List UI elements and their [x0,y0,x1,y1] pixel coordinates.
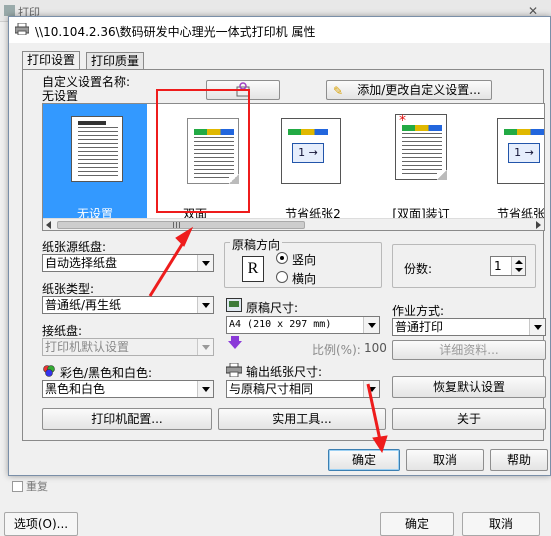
staple-duplex-page-icon: * [395,113,447,180]
job-type-label: 作业方式: [392,304,445,318]
paper-type-value: 普通纸/再生纸 [45,298,122,312]
original-size-icon [226,298,242,312]
details-button[interactable]: 详细资料... [392,340,546,360]
original-size-value: A4 (210 x 297 mm) [229,319,332,330]
nup-page-icon: 1 → [497,118,544,184]
output-tray-value: 打印机默认设置 [45,340,130,354]
tab-print-settings[interactable]: 打印设置 [22,51,81,70]
restore-defaults-button[interactable]: 恢复默认设置 [392,376,546,398]
bg-repeat-label: 重复 [26,480,48,493]
dialog-titlebar: \\10.104.2.36\数码研发中心理光一体式打印机 属性 [9,17,550,43]
color-mode-select[interactable]: 黑色和白色 [42,380,214,398]
job-type-value: 普通打印 [395,320,444,334]
printer-icon [15,23,29,35]
down-arrow-icon [228,336,242,350]
copies-spinner[interactable]: 1 [490,256,526,276]
original-size-label: 原稿尺寸: [246,301,299,315]
tab-print-quality[interactable]: 打印质量 [86,52,145,70]
highlight-box-duplex [156,89,250,213]
paper-source-label: 纸张源纸盘: [42,240,107,254]
about-button[interactable]: 关于 [392,408,546,430]
spinner-arrows-icon[interactable] [511,257,525,275]
scroll-right-icon[interactable] [536,221,541,229]
portrait-page-icon: R [242,256,264,282]
help-button[interactable]: 帮助 [490,449,548,471]
landscape-radio[interactable] [276,271,288,283]
chevron-down-icon [363,381,379,397]
chevron-down-icon [197,339,213,355]
output-size-select[interactable]: 与原稿尺寸相同 [226,380,380,398]
output-size-value: 与原稿尺寸相同 [229,382,314,396]
color-palette-icon [42,364,56,378]
scroll-left-icon[interactable] [46,221,51,229]
bg-ok-button[interactable]: 确定 [380,512,454,536]
orientation-label: 原稿方向 [230,236,283,253]
paper-type-label: 纸张类型: [42,282,95,296]
add-custom-settings-button[interactable]: ✎ 添加/更改自定义设置... [326,80,492,100]
star-edit-icon: ✎ [333,84,344,98]
output-tray-label: 接纸盘: [42,324,83,338]
portrait-label: 竖向 [292,253,317,267]
scrollbar-grip-icon [173,222,181,228]
color-mode-value: 黑色和白色 [45,382,106,396]
preset-item[interactable]: 无设置 [43,104,147,228]
nup-page-icon: 1 → [281,118,341,184]
output-printer-icon [225,362,243,378]
copies-value: 1 [494,259,502,273]
preset-item[interactable]: * [双面]装订 [369,104,473,228]
ok-button[interactable]: 确定 [328,449,400,471]
page-thumbnail-icon [71,116,123,182]
bg-repeat-checkbox[interactable]: 重复 [12,478,48,494]
job-type-select[interactable]: 普通打印 [392,318,546,336]
output-tray-select[interactable]: 打印机默认设置 [42,338,214,356]
portrait-radio[interactable] [276,252,288,264]
dialog-title: \\10.104.2.36\数码研发中心理光一体式打印机 属性 [35,25,316,39]
chevron-down-icon [529,319,545,335]
chevron-down-icon [363,317,379,333]
color-mode-label: 彩色/黑色和白色: [60,366,153,380]
cancel-button[interactable]: 取消 [406,449,484,471]
preset-gallery[interactable]: 无设置 双面 1 → 节省纸张2 * [双面]装订 1 → 节省纸张 [42,103,545,231]
scrollbar-thumb[interactable] [57,221,305,229]
preset-scrollbar[interactable] [43,218,544,230]
paper-type-select[interactable]: 普通纸/再生纸 [42,296,214,314]
custom-settings-value: 无设置 [42,89,79,103]
bg-cancel-button[interactable]: 取消 [462,512,540,536]
paper-source-select[interactable]: 自动选择纸盘 [42,254,214,272]
options-button[interactable]: 选项(O)... [4,512,78,536]
paper-source-value: 自动选择纸盘 [45,256,118,270]
copies-label: 份数: [404,262,433,276]
add-custom-settings-label: 添加/更改自定义设置... [357,83,481,97]
original-size-select[interactable]: A4 (210 x 297 mm) [226,316,380,334]
chevron-down-icon [197,297,213,313]
preset-item[interactable]: 1 → 节省纸张2 [261,104,365,228]
print-window-icon [4,5,15,16]
chevron-down-icon [197,381,213,397]
output-size-label: 输出纸张尺寸: [246,365,323,379]
preset-item[interactable]: 1 → 节省纸张 [479,104,544,228]
scale-label: 比例(%): [312,343,361,357]
chevron-down-icon [197,255,213,271]
landscape-label: 横向 [292,272,317,286]
printer-config-button[interactable]: 打印机配置... [42,408,212,430]
utilities-button[interactable]: 实用工具... [218,408,386,430]
scale-value: 100 [364,341,387,355]
